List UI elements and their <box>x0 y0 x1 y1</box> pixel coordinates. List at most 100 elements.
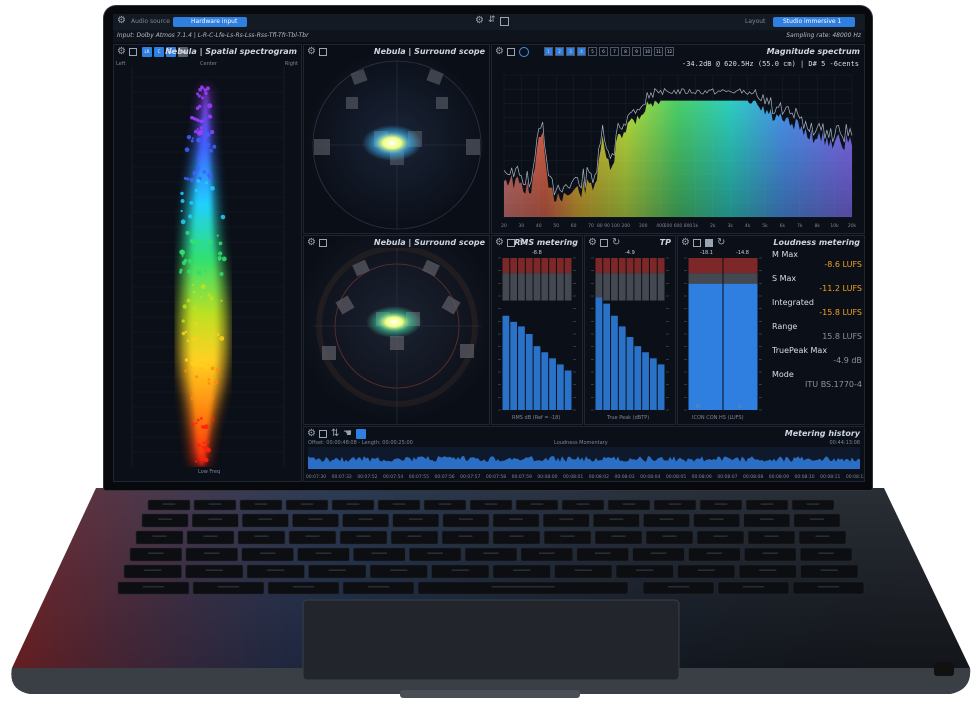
keyboard-key <box>645 530 694 545</box>
loudness-bar-right-label: S <box>738 404 742 410</box>
loudness-stat-label: Range <box>772 322 798 331</box>
channel-tab-6[interactable]: 6 <box>599 47 608 56</box>
loudness-stat-value: ITU BS.1770-4 <box>805 380 862 389</box>
gear-icon[interactable]: ⚙ <box>681 237 690 248</box>
history-right-time: 00:44:13:08 <box>829 440 860 446</box>
channel-tab-3[interactable]: 3 <box>566 47 575 56</box>
layout-select[interactable]: Studio immersive 1 <box>773 17 855 27</box>
meter-headroom-zone <box>634 273 642 301</box>
keyboard-key <box>267 581 340 595</box>
gear-icon[interactable]: ⚙ <box>495 237 504 248</box>
reset-icon[interactable]: ↻ <box>612 237 620 248</box>
hardware-input-button[interactable]: Hardware input <box>173 17 247 27</box>
keyboard-key <box>185 547 238 562</box>
plugin-icon[interactable]: ⇵ <box>488 15 496 25</box>
keyboard-key <box>743 513 791 528</box>
expand-icon[interactable] <box>319 48 327 56</box>
play-button[interactable] <box>356 429 366 439</box>
meter-bar <box>541 352 549 410</box>
keyboard-key <box>192 581 265 595</box>
meter-headroom-zone <box>525 273 533 301</box>
settings-icon[interactable]: ⚙ <box>475 15 484 26</box>
timeline-label: 00:08:03 <box>614 474 634 480</box>
surround-scope-top-panel: ⚙ Nebula | Surround scope <box>303 44 490 234</box>
meter-headroom-zone <box>618 273 626 301</box>
loudness-stat-label: S Max <box>772 274 797 283</box>
timeline-label: 00:08:07 <box>717 474 737 480</box>
channel-tab-7[interactable]: 7 <box>610 47 619 56</box>
target-icon[interactable] <box>519 47 529 57</box>
meter-bar <box>626 337 634 410</box>
hand-icon[interactable]: ☚ <box>343 428 352 439</box>
expand-icon[interactable] <box>600 239 608 247</box>
expand-icon[interactable] <box>319 239 327 247</box>
gear-icon[interactable]: ⚙ <box>117 15 126 26</box>
meter-clip-zone <box>626 258 634 274</box>
surround-scope-plot <box>313 248 481 424</box>
channel-tab-11[interactable]: 11 <box>654 47 663 56</box>
channel-tab-8[interactable]: 8 <box>621 47 630 56</box>
channel-tab-10[interactable]: 10 <box>643 47 652 56</box>
gear-icon[interactable]: ⚙ <box>588 237 597 248</box>
keyboard-key <box>390 530 439 545</box>
loudness-stat-label: Mode <box>772 370 794 379</box>
gear-icon[interactable]: ⚙ <box>307 428 316 439</box>
gear-icon[interactable]: ⚙ <box>307 46 316 57</box>
rms-meter-bars <box>498 257 576 411</box>
freq-tick-label: 80 90 100 <box>597 223 620 229</box>
laptop-mockup: ⚙ Audio source Hardware input ⚙ ⇵ Layout… <box>0 0 980 720</box>
timeline-label: 00:08:02 <box>589 474 609 480</box>
timeline-label: 00:07:30 <box>306 474 326 480</box>
keyboard-key <box>798 530 847 545</box>
meter-bar <box>518 326 525 410</box>
rms-metering-panel: ⚙ ↻ RMS metering -8.8 RMS dB (Ref = -18) <box>491 235 583 425</box>
stop-icon[interactable] <box>705 239 713 247</box>
chart-icon[interactable]: ⇅ <box>331 428 339 439</box>
keyboard-key <box>342 513 390 528</box>
keyboard-key <box>431 564 490 579</box>
keyboard-key <box>239 499 283 511</box>
freq-tick-label: 4k <box>745 223 751 229</box>
true-peak-panel: ⚙ ↻ TP -4.9 True Peak (dBTP) <box>584 235 676 425</box>
history-offset: Offset: 00:00:48:08 - Length: 00:00:25:0… <box>308 440 413 446</box>
surround-scope-bottom-panel: ⚙ Nebula | Surround scope <box>303 235 490 425</box>
expand-icon[interactable] <box>319 430 327 438</box>
gear-icon[interactable]: ⚙ <box>117 46 126 57</box>
expand-icon[interactable] <box>507 48 515 56</box>
keyboard-key <box>554 564 613 579</box>
meter-bar <box>564 370 572 410</box>
channel-tab-2[interactable]: 2 <box>555 47 564 56</box>
meter-bar <box>510 321 518 410</box>
freq-tick-label: 8k <box>814 223 820 229</box>
channel-tab-1[interactable]: 1 <box>544 47 553 56</box>
sampling-rate: Sampling rate: 48000 Hz <box>786 32 861 39</box>
fullscreen-icon[interactable] <box>500 17 509 26</box>
reset-icon[interactable]: ↻ <box>717 237 725 248</box>
channel-tab-5[interactable]: 5 <box>588 47 597 56</box>
keyboard-key <box>693 513 741 528</box>
keyboard-key <box>135 530 184 545</box>
keyboard-key <box>193 499 237 511</box>
channel-tab-4[interactable]: 4 <box>577 47 586 56</box>
keyboard-key <box>369 564 428 579</box>
keyboard-key <box>297 547 350 562</box>
audio-source-label: Audio source <box>131 18 170 25</box>
gear-icon[interactable]: ⚙ <box>307 237 316 248</box>
channel-tab-9[interactable]: 9 <box>632 47 641 56</box>
expand-icon[interactable] <box>693 239 701 247</box>
meter-bar <box>595 297 603 410</box>
expand-icon[interactable] <box>129 48 137 56</box>
keyboard-key <box>792 581 865 595</box>
channel-toggle-c[interactable]: C <box>154 47 164 57</box>
timeline-label: 00:07:52 <box>357 474 377 480</box>
panel-title: Nebula | Surround scope <box>373 47 485 56</box>
channel-tab-12[interactable]: 12 <box>665 47 674 56</box>
keyboard-key <box>492 564 551 579</box>
channel-toggle-lr[interactable]: LR <box>142 47 152 57</box>
meter-clip-zone <box>723 258 758 274</box>
keyboard-key <box>123 564 182 579</box>
gear-icon[interactable]: ⚙ <box>495 46 504 57</box>
keyboard-key <box>191 513 239 528</box>
freq-tick-label: 20 <box>501 223 507 229</box>
keyboard-key <box>799 547 853 562</box>
